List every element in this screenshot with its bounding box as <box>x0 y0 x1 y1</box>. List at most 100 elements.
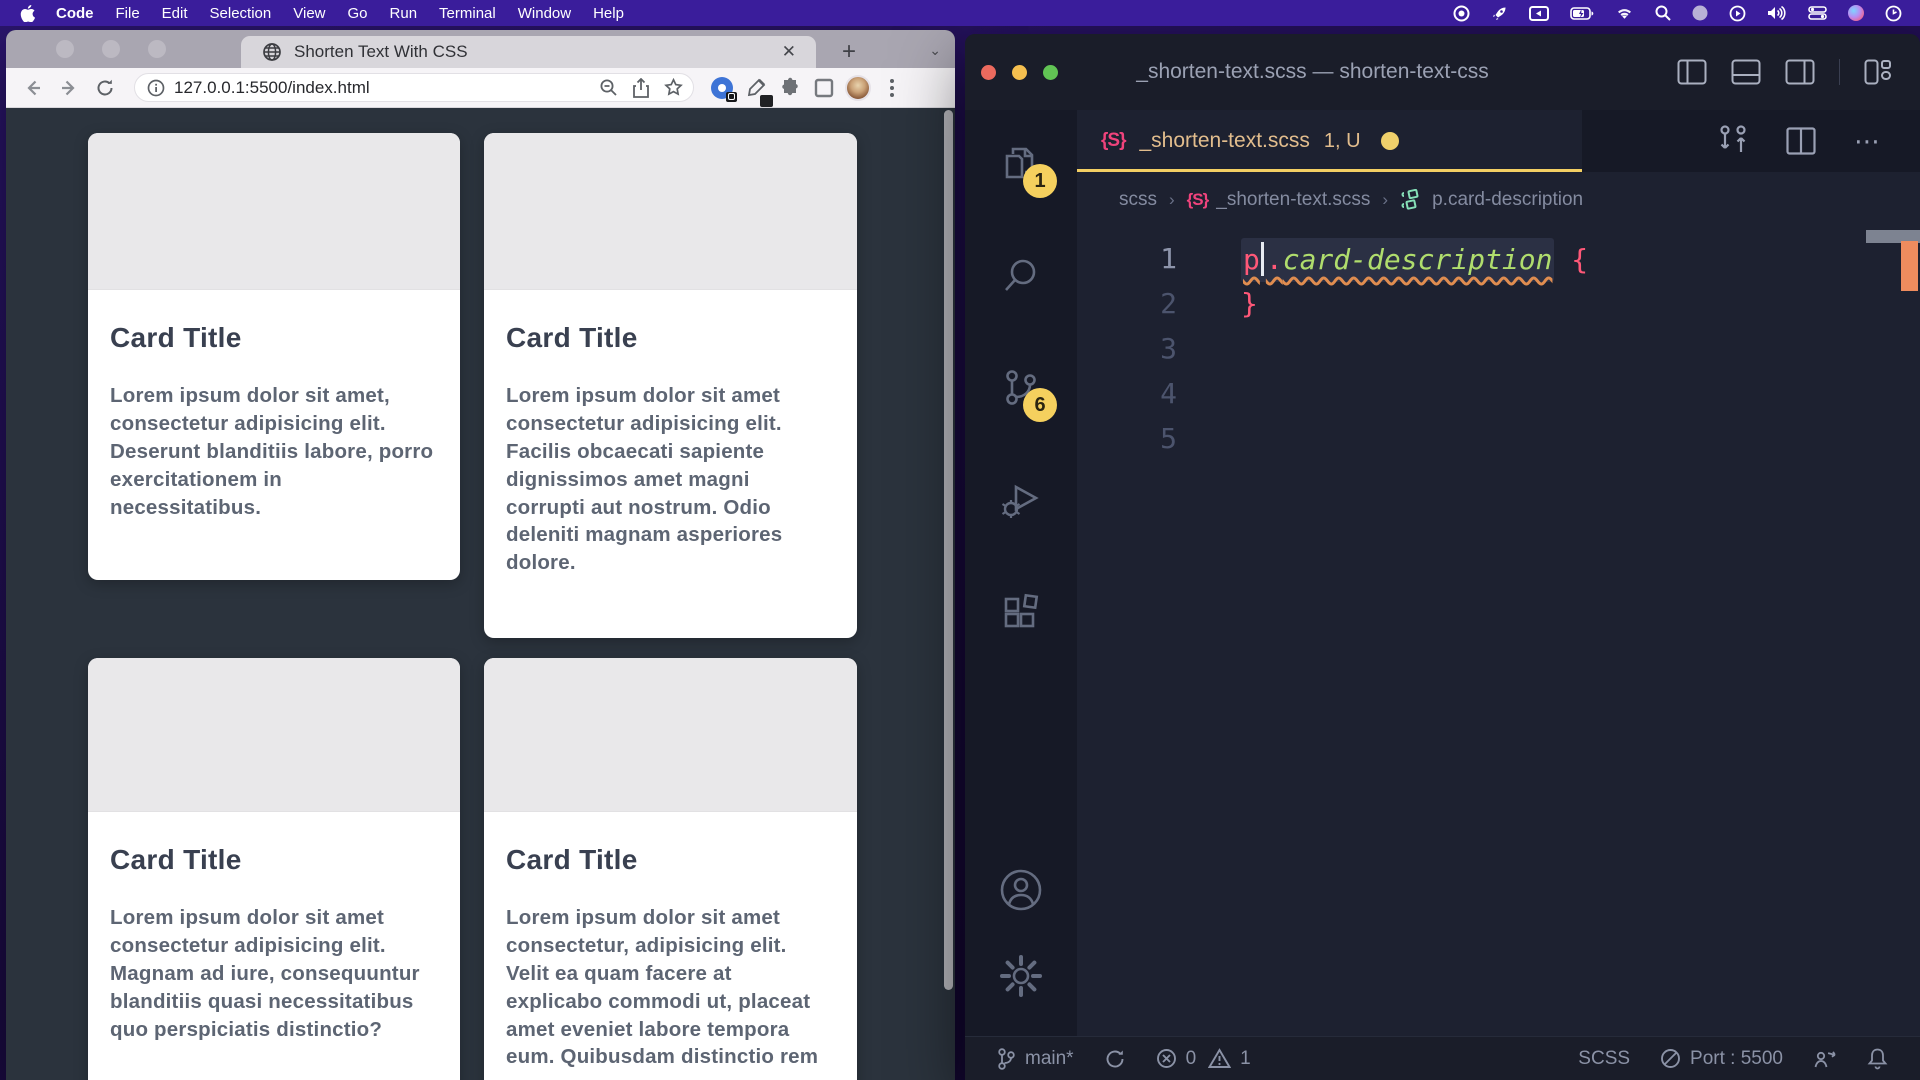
breadcrumb-file[interactable]: _shorten-text.scss <box>1216 189 1370 211</box>
menu-help[interactable]: Help <box>582 5 635 22</box>
git-branch-status[interactable]: main* <box>997 1047 1074 1071</box>
editor-tab[interactable]: {S} _shorten-text.scss 1, U <box>1077 110 1582 172</box>
record-icon[interactable] <box>1453 5 1470 22</box>
address-bar[interactable]: 127.0.0.1:5500/index.html <box>134 73 694 102</box>
site-info-icon[interactable] <box>147 79 165 97</box>
extensions-icon[interactable] <box>995 586 1047 638</box>
accounts-icon[interactable] <box>995 864 1047 916</box>
clock-icon[interactable] <box>1885 5 1902 22</box>
control-center-icon[interactable] <box>1808 6 1827 20</box>
card-image-placeholder <box>88 133 460 290</box>
toggle-panel-icon[interactable] <box>1731 59 1761 85</box>
menu-edit[interactable]: Edit <box>151 5 199 22</box>
card-title: Card Title <box>506 844 833 876</box>
do-not-disturb-icon[interactable] <box>1692 5 1708 21</box>
line-number: 1 <box>1077 242 1177 275</box>
toggle-primary-sidebar-icon[interactable] <box>1677 59 1707 85</box>
tab-close-icon[interactable]: ✕ <box>778 42 800 62</box>
live-server-port[interactable]: Port : 5500 <box>1660 1048 1783 1070</box>
breadcrumbs: scss › {S} _shorten-text.scss › p.card-d… <box>1077 172 1920 228</box>
bookmark-star-icon[interactable] <box>664 78 683 97</box>
wifi-icon[interactable] <box>1615 6 1634 20</box>
card-description: Lorem ipsum dolor sit amet consectetur, … <box>506 904 833 1071</box>
menu-view[interactable]: View <box>282 5 336 22</box>
activity-bar: 1 6 <box>965 110 1077 1036</box>
card-description: Lorem ipsum dolor sit amet consectetur a… <box>506 382 833 577</box>
zoom-window-button[interactable] <box>148 40 166 58</box>
browser-tab[interactable]: Shorten Text With CSS ✕ <box>241 36 816 68</box>
selector-highlight: p.card-description <box>1241 238 1554 282</box>
feedback-icon[interactable] <box>1813 1048 1837 1070</box>
close-window-button[interactable] <box>981 65 996 80</box>
toggle-secondary-sidebar-icon[interactable] <box>1785 59 1815 85</box>
breadcrumb-folder[interactable]: scss <box>1119 189 1157 211</box>
extensions-puzzle-icon[interactable] <box>776 74 804 102</box>
error-count: 0 <box>1186 1048 1197 1070</box>
chrome-toolbar: 127.0.0.1:5500/index.html <box>6 68 955 108</box>
chevron-right-icon: › <box>1382 190 1388 210</box>
source-control-icon[interactable]: 6 <box>995 362 1047 414</box>
menu-window[interactable]: Window <box>507 5 582 22</box>
page-scrollbar[interactable] <box>944 110 953 990</box>
volume-icon[interactable] <box>1767 5 1787 21</box>
url-text[interactable]: 127.0.0.1:5500/index.html <box>174 78 585 98</box>
chrome-menu-icon[interactable] <box>878 74 906 102</box>
menu-terminal[interactable]: Terminal <box>428 5 507 22</box>
code-editor[interactable]: 1 p.card-description { 2 } 3 4 5 <box>1077 228 1920 1036</box>
new-tab-button[interactable]: + <box>842 40 856 64</box>
menu-go[interactable]: Go <box>337 5 379 22</box>
spotlight-search-icon[interactable] <box>1655 5 1671 21</box>
back-icon[interactable] <box>18 73 48 103</box>
explorer-badge: 1 <box>1023 164 1057 198</box>
problems-status[interactable]: 0 1 <box>1156 1048 1251 1070</box>
tab-file-name: _shorten-text.scss <box>1139 129 1309 153</box>
sync-icon[interactable] <box>1104 1048 1126 1070</box>
run-debug-icon[interactable] <box>995 474 1047 526</box>
more-actions-icon[interactable]: ⋯ <box>1854 126 1882 157</box>
menu-file[interactable]: File <box>105 5 151 22</box>
breadcrumb-symbol[interactable]: p.card-description <box>1432 189 1583 211</box>
menu-code[interactable]: Code <box>45 5 105 22</box>
notifications-bell-icon[interactable] <box>1867 1047 1888 1070</box>
reload-icon[interactable] <box>90 73 120 103</box>
chevron-right-icon: › <box>1169 190 1175 210</box>
minimize-window-button[interactable] <box>1012 65 1027 80</box>
split-editor-icon[interactable] <box>1786 127 1816 155</box>
chrome-window-controls[interactable] <box>56 40 166 58</box>
open-changes-icon[interactable] <box>1718 124 1748 158</box>
customize-layout-icon[interactable] <box>1864 59 1892 85</box>
card: Card Title Lorem ipsum dolor sit amet co… <box>484 658 857 1080</box>
profile-avatar[interactable] <box>844 74 872 102</box>
vscode-window: _shorten-text.scss — shorten-text-css 1 … <box>965 34 1920 1080</box>
zoom-icon[interactable] <box>599 78 618 97</box>
rocket-icon[interactable] <box>1491 5 1508 22</box>
menu-run[interactable]: Run <box>379 5 429 22</box>
zoom-window-button[interactable] <box>1043 65 1058 80</box>
siri-icon[interactable] <box>1848 5 1864 21</box>
search-icon[interactable] <box>995 250 1047 302</box>
minimize-window-button[interactable] <box>102 40 120 58</box>
tab-search-chevron-icon[interactable]: ⌄ <box>929 42 941 59</box>
macos-menu-bar: Code File Edit Selection View Go Run Ter… <box>0 0 1920 26</box>
code-close-brace: } <box>1241 287 1258 320</box>
card-description: Lorem ipsum dolor sit amet consectetur a… <box>110 904 436 1043</box>
language-mode[interactable]: SCSS <box>1578 1048 1630 1070</box>
apple-menu-icon[interactable] <box>20 5 35 22</box>
vscode-window-controls[interactable] <box>981 65 1058 80</box>
vscode-title-bar: _shorten-text.scss — shorten-text-css <box>965 34 1920 110</box>
scss-file-icon: {S} <box>1101 130 1125 152</box>
screen-mirroring-icon[interactable] <box>1529 6 1549 21</box>
battery-icon[interactable] <box>1570 7 1594 20</box>
overview-ruler-warning-marker <box>1901 241 1918 291</box>
sidebar-extension-icon[interactable] <box>810 74 838 102</box>
explorer-icon[interactable]: 1 <box>995 138 1047 190</box>
forward-icon[interactable] <box>54 73 84 103</box>
password-manager-extension-icon[interactable] <box>708 74 736 102</box>
settings-gear-icon[interactable] <box>995 950 1047 1002</box>
close-window-button[interactable] <box>56 40 74 58</box>
play-status-icon[interactable] <box>1729 5 1746 22</box>
unsaved-changes-dot[interactable] <box>1381 132 1399 150</box>
menu-selection[interactable]: Selection <box>199 5 283 22</box>
share-icon[interactable] <box>632 78 650 98</box>
eyedropper-extension-icon[interactable] <box>742 74 770 102</box>
